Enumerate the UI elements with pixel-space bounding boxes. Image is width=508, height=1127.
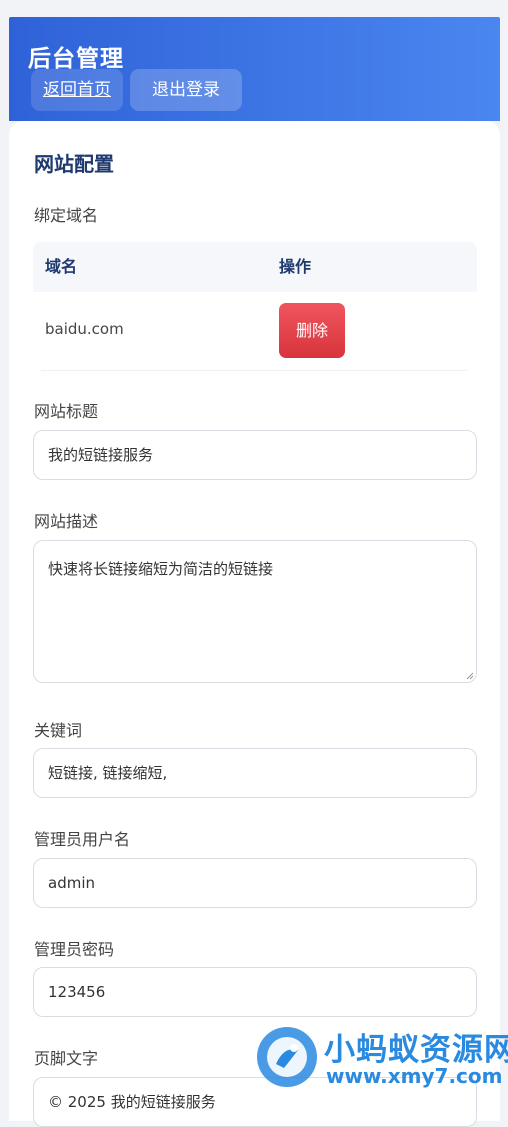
page-title: 后台管理 [28,46,124,72]
domain-label: 绑定域名 [34,206,99,225]
admin-username-input[interactable]: admin [33,858,477,908]
site-description-text: 快速将长链接缩短为简洁的短链接 [48,560,274,578]
table-row: baidu.com 删除 [41,292,467,371]
site-config-card: 网站配置 绑定域名 域名 操作 baidu.com 删除 网站标题 我的短链接服… [9,121,500,1127]
domain-cell: baidu.com [45,320,124,338]
site-description-label: 网站描述 [34,512,99,531]
admin-header: 后台管理 返回首页 退出登录 [9,17,500,121]
delete-domain-button[interactable]: 删除 [279,303,345,358]
site-description-textarea[interactable]: 快速将长链接缩短为简洁的短链接 [33,540,477,683]
table-header: 域名 操作 [33,242,477,292]
footer-text-label: 页脚文字 [34,1049,99,1068]
resize-handle-icon[interactable] [466,672,474,680]
watermark-name: 小蚂蚁资源网 [324,1032,508,1068]
column-header-domain: 域名 [45,257,78,276]
ant-logo-icon [257,1027,317,1087]
site-title-input[interactable]: 我的短链接服务 [33,430,477,480]
logout-button[interactable]: 退出登录 [130,69,242,111]
watermark: 小蚂蚁资源网 www.xmy7.com [254,1020,508,1108]
column-header-action: 操作 [279,257,312,276]
site-title-label: 网站标题 [34,402,99,421]
section-title: 网站配置 [34,152,114,176]
back-home-link[interactable]: 返回首页 [31,69,123,111]
keywords-input[interactable]: 短链接, 链接缩短, [33,748,477,798]
admin-password-label: 管理员密码 [34,940,115,959]
admin-username-label: 管理员用户名 [34,830,131,849]
watermark-url: www.xmy7.com [326,1064,503,1088]
domain-table: 域名 操作 baidu.com 删除 [33,242,477,371]
keywords-label: 关键词 [34,721,83,740]
admin-password-input[interactable]: 123456 [33,967,477,1017]
